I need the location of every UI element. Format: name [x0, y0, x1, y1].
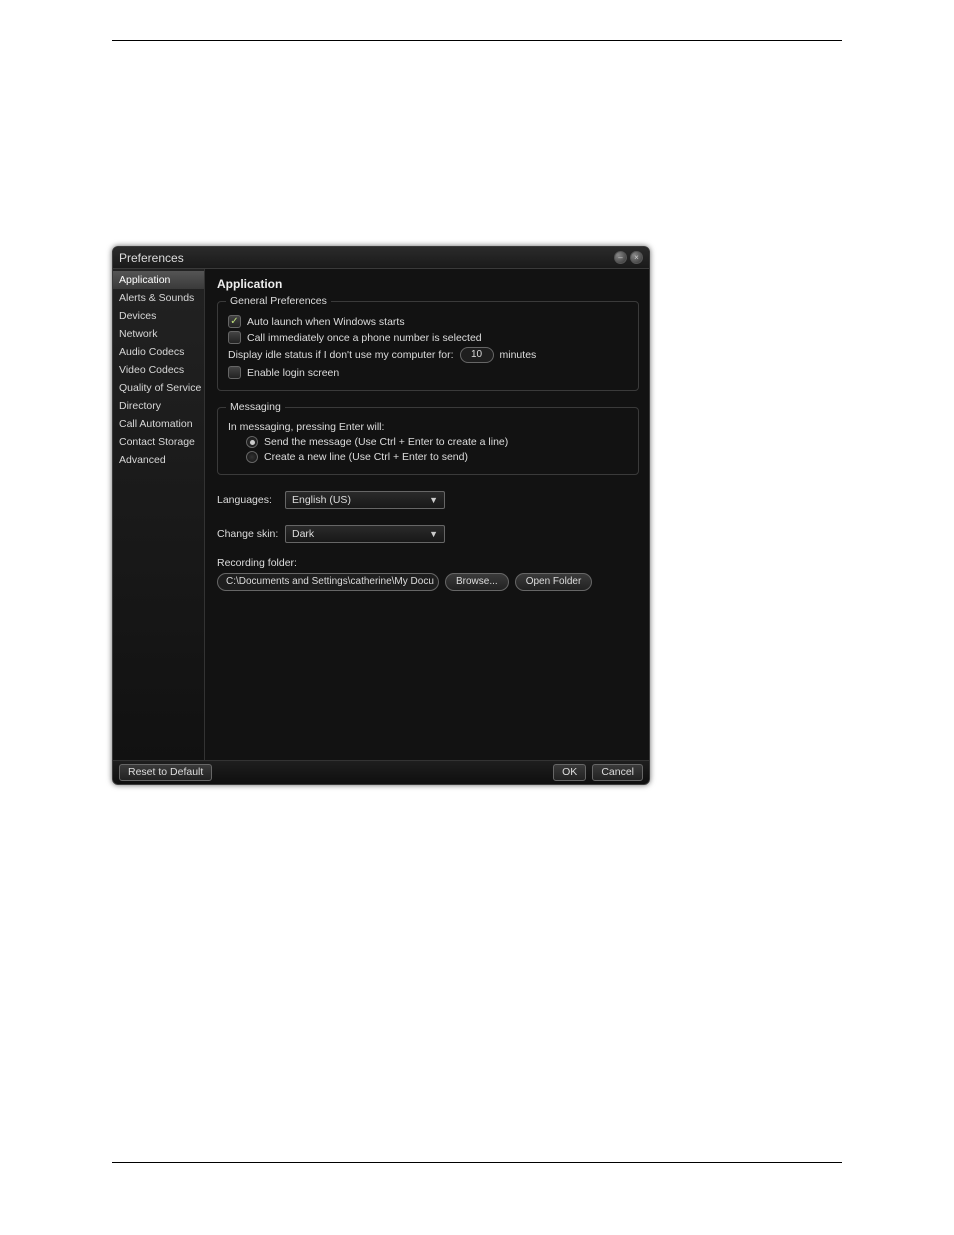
- titlebar: Preferences – ×: [113, 247, 649, 269]
- group-general: General Preferences ✓ Auto launch when W…: [217, 301, 639, 391]
- sidebar-item-label: Alerts & Sounds: [119, 292, 194, 304]
- sidebar-item-label: Devices: [119, 310, 156, 322]
- sidebar-item-label: Video Codecs: [119, 364, 184, 376]
- row-recording-folder: C:\Documents and Settings\catherine\My D…: [217, 573, 639, 591]
- label-call-immediately: Call immediately once a phone number is …: [247, 332, 482, 344]
- close-icon[interactable]: ×: [630, 251, 643, 264]
- select-skin[interactable]: Dark ▼: [285, 525, 445, 543]
- label-idle-prefix: Display idle status if I don't use my co…: [228, 349, 454, 361]
- label-option-newline: Create a new line (Use Ctrl + Enter to s…: [264, 451, 468, 463]
- checkbox-call-immediately[interactable]: [228, 331, 241, 344]
- browse-button[interactable]: Browse...: [445, 573, 509, 591]
- recording-folder-input[interactable]: C:\Documents and Settings\catherine\My D…: [217, 573, 439, 591]
- page-footer-rule: [112, 1162, 842, 1163]
- row-auto-launch: ✓ Auto launch when Windows starts: [228, 315, 628, 328]
- checkbox-auto-launch[interactable]: ✓: [228, 315, 241, 328]
- dialog-body: Application Alerts & Sounds Devices Netw…: [113, 269, 649, 760]
- label-messaging-prompt: In messaging, pressing Enter will:: [228, 421, 384, 433]
- checkbox-enable-login[interactable]: [228, 366, 241, 379]
- sidebar-item-label: Directory: [119, 400, 161, 412]
- label-auto-launch: Auto launch when Windows starts: [247, 316, 405, 328]
- label-recording-folder: Recording folder:: [217, 557, 639, 569]
- footer-right: OK Cancel: [553, 764, 643, 781]
- group-legend-general: General Preferences: [226, 295, 331, 307]
- dialog-footer: Reset to Default OK Cancel: [113, 760, 649, 784]
- content-panel: Application General Preferences ✓ Auto l…: [205, 269, 649, 760]
- row-skin: Change skin: Dark ▼: [217, 525, 639, 543]
- preferences-dialog: Preferences – × Application Alerts & Sou…: [112, 246, 650, 785]
- label-skin: Change skin:: [217, 528, 279, 540]
- row-idle-status: Display idle status if I don't use my co…: [228, 347, 628, 363]
- sidebar-item-label: Audio Codecs: [119, 346, 184, 358]
- minimize-icon[interactable]: –: [614, 251, 627, 264]
- open-folder-button[interactable]: Open Folder: [515, 573, 593, 591]
- select-languages-value: English (US): [292, 494, 351, 506]
- sidebar-item-alerts[interactable]: Alerts & Sounds: [113, 289, 204, 307]
- sidebar-item-call-automation[interactable]: Call Automation: [113, 415, 204, 433]
- label-idle-suffix: minutes: [500, 349, 537, 361]
- row-messaging-prompt: In messaging, pressing Enter will:: [228, 421, 628, 433]
- window-title: Preferences: [119, 251, 184, 265]
- titlebar-buttons: – ×: [614, 251, 643, 264]
- sidebar-item-directory[interactable]: Directory: [113, 397, 204, 415]
- radio-send-message[interactable]: [246, 436, 258, 448]
- page-header-rule: [112, 40, 842, 41]
- group-messaging: Messaging In messaging, pressing Enter w…: [217, 407, 639, 475]
- row-call-immediately: Call immediately once a phone number is …: [228, 331, 628, 344]
- sidebar-item-label: Network: [119, 328, 158, 340]
- panel-title: Application: [217, 277, 639, 291]
- group-legend-messaging: Messaging: [226, 401, 285, 413]
- sidebar-item-label: Application: [119, 274, 170, 286]
- sidebar-item-label: Contact Storage: [119, 436, 195, 448]
- ok-button[interactable]: OK: [553, 764, 586, 781]
- sidebar-item-application[interactable]: Application: [113, 271, 204, 289]
- sidebar-item-advanced[interactable]: Advanced: [113, 451, 204, 469]
- sidebar-item-video-codecs[interactable]: Video Codecs: [113, 361, 204, 379]
- sidebar-item-contact-storage[interactable]: Contact Storage: [113, 433, 204, 451]
- chevron-down-icon: ▼: [429, 529, 438, 539]
- sidebar: Application Alerts & Sounds Devices Netw…: [113, 269, 205, 760]
- radio-new-line[interactable]: [246, 451, 258, 463]
- idle-minutes-input[interactable]: 10: [460, 347, 494, 363]
- row-languages: Languages: English (US) ▼: [217, 491, 639, 509]
- label-option-send: Send the message (Use Ctrl + Enter to cr…: [264, 436, 508, 448]
- label-languages: Languages:: [217, 494, 279, 506]
- sidebar-item-qos[interactable]: Quality of Service: [113, 379, 204, 397]
- label-enable-login: Enable login screen: [247, 367, 339, 379]
- sidebar-item-network[interactable]: Network: [113, 325, 204, 343]
- sidebar-item-label: Quality of Service: [119, 382, 201, 394]
- cancel-button[interactable]: Cancel: [592, 764, 643, 781]
- row-option-newline: Create a new line (Use Ctrl + Enter to s…: [228, 451, 628, 463]
- sidebar-item-label: Advanced: [119, 454, 166, 466]
- row-enable-login: Enable login screen: [228, 366, 628, 379]
- sidebar-item-label: Call Automation: [119, 418, 193, 430]
- select-skin-value: Dark: [292, 528, 314, 540]
- select-languages[interactable]: English (US) ▼: [285, 491, 445, 509]
- chevron-down-icon: ▼: [429, 495, 438, 505]
- sidebar-item-audio-codecs[interactable]: Audio Codecs: [113, 343, 204, 361]
- reset-to-default-button[interactable]: Reset to Default: [119, 764, 212, 781]
- sidebar-item-devices[interactable]: Devices: [113, 307, 204, 325]
- row-option-send: Send the message (Use Ctrl + Enter to cr…: [228, 436, 628, 448]
